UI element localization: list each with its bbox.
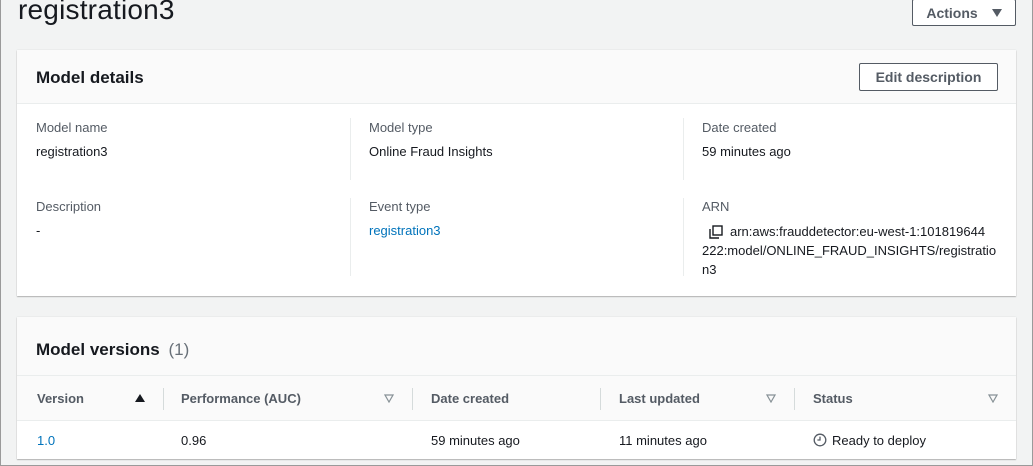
caret-down-icon	[991, 8, 1002, 17]
model-details-title: Model details	[36, 68, 144, 87]
date-created-cell: 59 minutes ago	[431, 432, 520, 448]
column-header-version[interactable]: Version	[37, 376, 84, 421]
description-label: Description	[36, 199, 102, 214]
arn-field: ARN arn:aws:frauddetector:eu-west-1:1018…	[702, 199, 996, 279]
actions-button[interactable]: Actions	[912, 0, 1016, 26]
model-name-field: Model name registration3	[36, 120, 108, 159]
event-type-field: Event type registration3	[369, 199, 441, 238]
description-value: -	[36, 223, 41, 238]
column-header-date-created[interactable]: Date created	[431, 376, 509, 421]
edit-description-button[interactable]: Edit description	[859, 63, 998, 91]
column-divider	[600, 388, 601, 410]
arn-value: arn:aws:frauddetector:eu-west-1:10181964…	[702, 222, 996, 279]
model-name-label: Model name	[36, 120, 108, 135]
model-type-value: Online Fraud Insights	[369, 144, 493, 159]
model-name-value: registration3	[36, 144, 108, 159]
last-updated-cell: 11 minutes ago	[619, 432, 707, 448]
date-created-label: Date created	[702, 120, 777, 135]
column-divider	[350, 118, 351, 180]
status-clock-icon	[813, 433, 827, 447]
column-header-status[interactable]: Status	[813, 376, 853, 421]
date-created-value: 59 minutes ago	[702, 144, 791, 159]
sort-neutral-icon[interactable]	[988, 393, 998, 403]
model-versions-panel: Model versions (1) Version Performance (…	[17, 317, 1016, 459]
model-details-panel: Model details Edit description Model nam…	[17, 50, 1016, 296]
page-title: registration3	[18, 0, 175, 25]
actions-button-label: Actions	[926, 4, 978, 21]
arn-line: 222:model/ONLINE_FRAUD_INSIGHTS/registra…	[702, 243, 997, 258]
performance-cell: 0.96	[181, 432, 207, 448]
event-type-link[interactable]: registration3	[369, 223, 441, 238]
model-versions-title: Model versions (1)	[36, 340, 189, 360]
version-link[interactable]: 1.0	[37, 421, 55, 459]
sort-neutral-icon[interactable]	[384, 393, 394, 403]
column-divider	[350, 198, 351, 276]
model-type-field: Model type Online Fraud Insights	[369, 120, 493, 159]
arn-label: ARN	[702, 199, 730, 214]
arn-line: arn:aws:frauddetector:eu-west-1:10181964…	[730, 224, 986, 239]
column-divider	[794, 388, 795, 410]
sort-ascending-icon[interactable]	[135, 393, 145, 403]
column-header-performance[interactable]: Performance (AUC)	[181, 376, 301, 421]
model-versions-count: (1)	[168, 340, 190, 359]
model-details-header: Model details Edit description	[17, 50, 1016, 104]
copy-icon[interactable]	[709, 225, 723, 239]
date-created-field: Date created 59 minutes ago	[702, 120, 791, 159]
column-divider	[683, 118, 684, 180]
column-header-last-updated[interactable]: Last updated	[619, 376, 700, 421]
sort-neutral-icon[interactable]	[766, 393, 776, 403]
model-versions-title-text: Model versions	[36, 340, 160, 359]
event-type-label: Event type	[369, 199, 431, 214]
table-header-row: Version Performance (AUC) Date created L…	[17, 376, 1016, 421]
description-field: Description -	[36, 199, 101, 238]
column-divider	[412, 388, 413, 410]
model-versions-header: Model versions (1)	[17, 317, 1016, 376]
status-cell: Ready to deploy	[813, 421, 926, 459]
column-divider	[683, 198, 684, 276]
model-type-label: Model type	[369, 120, 433, 135]
arn-line: n3	[702, 262, 717, 277]
status-text: Ready to deploy	[832, 432, 926, 448]
column-divider	[163, 388, 164, 410]
